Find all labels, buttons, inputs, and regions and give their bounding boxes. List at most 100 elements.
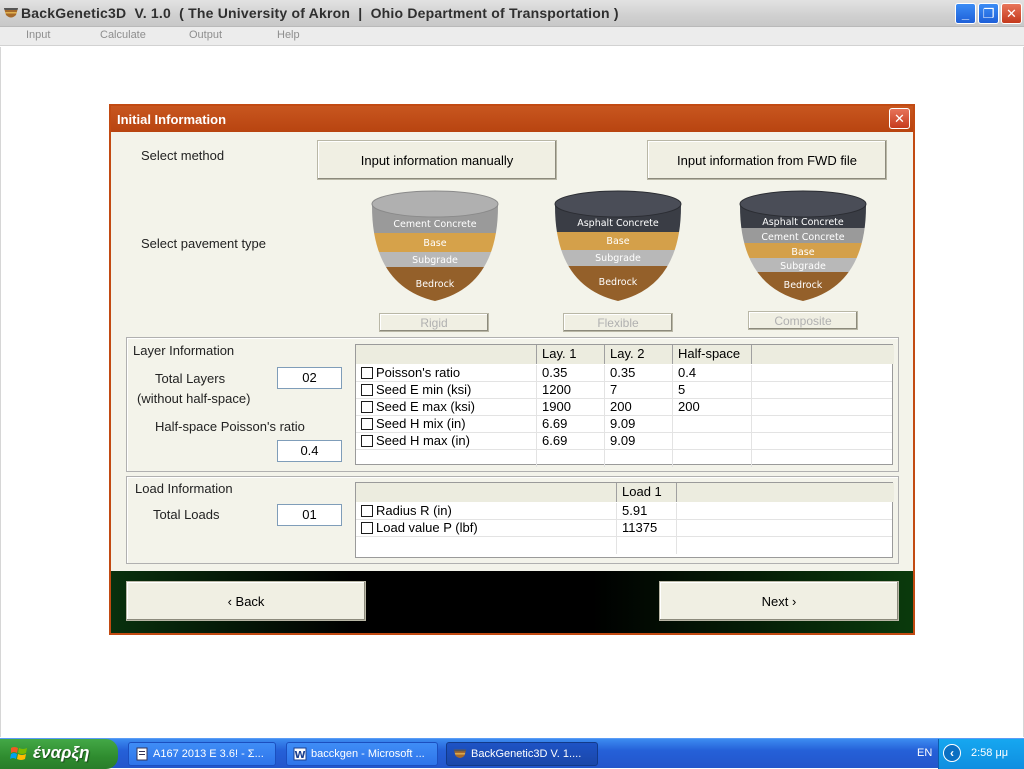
composite-layer-3: Base [791,247,814,258]
start-label: έναρξη [33,743,90,762]
cell-load1[interactable]: 11375 [617,520,677,537]
layer-grid-header: Lay. 1 Lay. 2 Half-space [356,345,894,364]
restore-button[interactable]: ❐ [978,3,999,24]
layer-information-group: Layer Information Total Layers (without … [126,337,899,472]
row-name: Load value P (lbf) [371,520,617,537]
navigation-bar: ‹ Back Next › [111,571,913,633]
taskbar-item-word[interactable]: W bacckgen - Microsoft ... [286,742,438,766]
cell-lay1[interactable]: 6.69 [537,433,605,450]
empty-cell [356,537,617,554]
cell-lay1[interactable]: 0.35 [537,365,605,382]
start-button[interactable]: έναρξη [0,739,118,769]
load-information-group: Load Information Total Loads 01 Load 1 R… [126,476,899,564]
flexible-layer-2: Base [606,236,629,247]
cell-lay1[interactable]: 1900 [537,399,605,416]
load-grid-header-name [356,483,617,502]
language-indicator[interactable]: EN [917,747,932,759]
load-grid-header-load1: Load 1 [617,483,677,502]
cell-halfspace[interactable]: 200 [673,399,752,416]
cell-halfspace[interactable] [673,433,752,450]
cell-lay2[interactable]: 0.35 [605,365,673,382]
table-row[interactable]: Seed E min (ksi) 1200 7 5 [356,382,892,399]
table-row[interactable]: Poisson's ratio 0.35 0.35 0.4 [356,365,892,382]
flexible-layer-1: Asphalt Concrete [577,218,659,229]
cell-halfspace[interactable] [673,416,752,433]
cell-load1[interactable]: 5.91 [617,503,677,520]
window-title: BackGenetic3D V. 1.0 ( The University of… [21,5,619,21]
empty-cell [356,450,537,467]
row-name: Poisson's ratio [371,365,537,382]
empty-cell [617,537,677,554]
load-grid-header: Load 1 [356,483,894,502]
taskbar-item-label: bacckgen - Microsoft ... [311,748,425,760]
layer-grid-header-halfspace: Half-space [673,345,752,364]
menu-bar: Input Calculate Output Help [0,27,1024,46]
app-icon [4,8,18,18]
load-grid-header-empty [677,483,894,502]
table-row[interactable]: Seed H mix (in) 6.69 9.09 [356,416,892,433]
select-method-label: Select method [141,148,225,163]
cell-lay1[interactable]: 6.69 [537,416,605,433]
next-button[interactable]: Next › [659,581,899,621]
composite-button[interactable]: Composite [748,311,858,330]
halfspace-poisson-field[interactable]: 0.4 [277,440,342,462]
flexible-layer-3: Subgrade [595,253,641,264]
layer-grid-header-lay2: Lay. 2 [605,345,673,364]
cell-lay2[interactable]: 9.09 [605,433,673,450]
rigid-button[interactable]: Rigid [379,313,489,332]
layer-grid-header-lay1: Lay. 1 [537,345,605,364]
taskbar: έναρξη A167 2013 E 3.6! - Σ... W bacckge… [0,738,1024,769]
total-layers-field[interactable]: 02 [277,367,342,389]
windows-logo-icon [10,747,27,760]
select-pavement-label: Select pavement type [141,236,267,251]
cell-lay2[interactable]: 200 [605,399,673,416]
menu-help[interactable]: Help [277,29,300,41]
close-window-button[interactable]: ✕ [1001,3,1022,24]
cell-halfspace[interactable]: 5 [673,382,752,399]
dialog-title: Initial Information [117,112,227,127]
taskbar-item-a167[interactable]: A167 2013 E 3.6! - Σ... [128,742,276,766]
total-loads-label: Total Loads [153,507,220,522]
composite-pavement-image[interactable]: Asphalt Concrete Cement Concrete Base Su… [738,190,868,302]
composite-layer-2: Cement Concrete [761,232,844,243]
cell-lay1[interactable]: 1200 [537,382,605,399]
dialog-close-button[interactable]: ✕ [889,108,910,129]
menu-calculate[interactable]: Calculate [100,29,146,41]
rigid-pavement-image[interactable]: Cement Concrete Base Subgrade Bedrock [370,190,500,302]
cell-halfspace[interactable]: 0.4 [673,365,752,382]
table-row[interactable]: Load value P (lbf) 11375 [356,520,892,537]
rigid-layer-2: Base [423,238,446,249]
input-fwd-file-button[interactable]: Input information from FWD file [647,140,887,180]
cell-lay2[interactable]: 9.09 [605,416,673,433]
layer-information-title: Layer Information [133,343,235,358]
rigid-layer-3: Subgrade [412,255,458,266]
taskbar-item-label: BackGenetic3D V. 1.... [471,748,582,760]
total-loads-field[interactable]: 01 [277,504,342,526]
table-row[interactable]: Radius R (in) 5.91 [356,503,892,520]
word-document-icon: W [293,747,307,761]
menu-input[interactable]: Input [26,29,50,41]
row-name: Seed E max (ksi) [371,399,537,416]
table-row-empty [356,450,892,467]
back-button[interactable]: ‹ Back [126,581,366,621]
flexible-layer-4: Bedrock [599,277,638,288]
rigid-layer-1: Cement Concrete [393,219,476,230]
cell-lay2[interactable]: 7 [605,382,673,399]
composite-layer-1: Asphalt Concrete [762,217,844,228]
table-row[interactable]: Seed E max (ksi) 1900 200 200 [356,399,892,416]
flexible-pavement-image[interactable]: Asphalt Concrete Base Subgrade Bedrock [553,190,683,302]
tray-expand-icon[interactable]: ‹ [943,744,961,762]
table-row[interactable]: Seed H max (in) 6.69 9.09 [356,433,892,450]
document-icon [136,747,148,761]
minimize-button[interactable]: _ [955,3,976,24]
halfspace-poisson-label: Half-space Poisson's ratio [155,419,305,434]
flexible-button[interactable]: Flexible [563,313,673,332]
layer-grid[interactable]: Lay. 1 Lay. 2 Half-space Poisson's ratio… [355,344,894,467]
taskbar-item-backgenetic[interactable]: BackGenetic3D V. 1.... [446,742,598,766]
load-grid[interactable]: Load 1 Radius R (in) 5.91 Load value P (… [355,482,894,558]
app-icon [453,749,467,758]
table-row-empty [356,537,892,554]
menu-output[interactable]: Output [189,29,222,41]
input-manually-button[interactable]: Input information manually [317,140,557,180]
row-name: Seed H mix (in) [371,416,537,433]
